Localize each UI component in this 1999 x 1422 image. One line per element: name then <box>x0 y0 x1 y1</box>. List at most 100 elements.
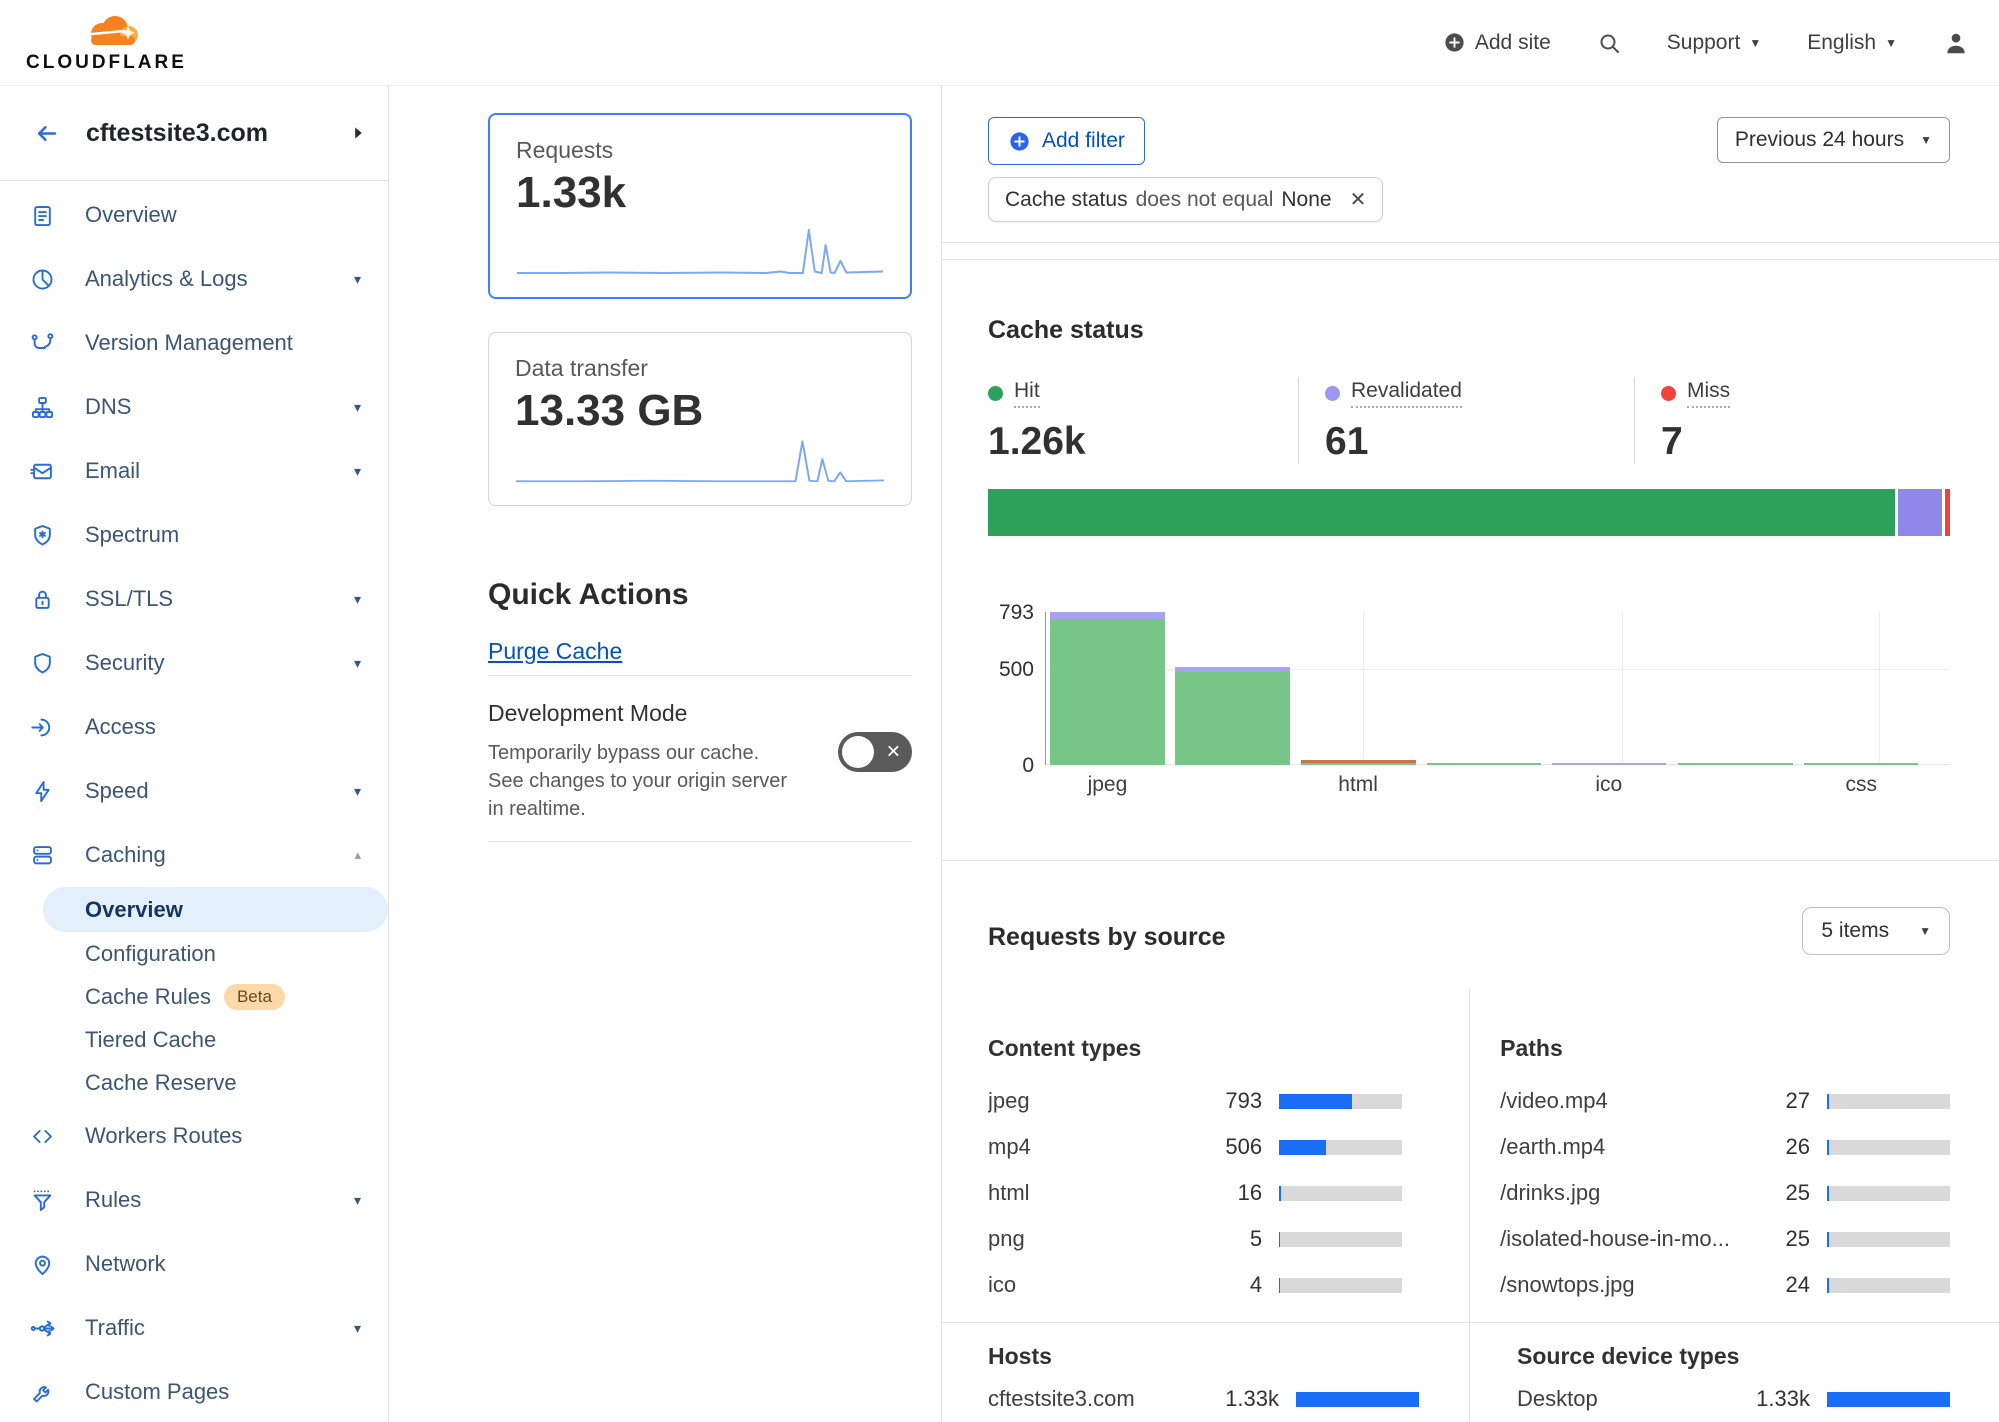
x-axis-tick: html <box>1338 773 1378 797</box>
bar-segment-miss <box>1301 760 1416 763</box>
x-axis-tick: jpeg <box>1088 773 1128 797</box>
chevron-right-icon[interactable] <box>353 126 364 140</box>
sidebar-item-label: Caching <box>85 842 166 868</box>
sidebar-subitem-configuration[interactable]: Configuration <box>0 932 388 975</box>
row-value: 25 <box>1740 1226 1810 1252</box>
divider <box>942 259 1999 260</box>
legend-label[interactable]: Revalidated <box>1351 379 1462 408</box>
chevron-down-icon: ▾ <box>354 399 361 416</box>
add-site-button[interactable]: Add site <box>1443 31 1551 55</box>
sidebar-subitem-label: Cache Rules <box>85 984 211 1010</box>
beta-badge: Beta <box>224 984 285 1010</box>
sidebar-item-ssl-tls[interactable]: SSL/TLS▾ <box>0 567 388 631</box>
items-count-value: 5 items <box>1821 919 1889 943</box>
toggle-knob <box>842 736 874 768</box>
sidebar-item-speed[interactable]: Speed▾ <box>0 759 388 823</box>
lock-icon <box>29 586 56 613</box>
content-types-table: jpeg793mp4506html16png5ico4 <box>988 1086 1402 1300</box>
table-row: /video.mp427 <box>1500 1086 1950 1116</box>
legend-dot-icon <box>1325 386 1340 401</box>
y-axis-tick: 0 <box>988 754 1034 778</box>
table-row: jpeg793 <box>988 1086 1402 1116</box>
stacked-segment-revalidated <box>1898 489 1942 536</box>
sidebar-subitem-overview[interactable]: Overview <box>43 887 388 932</box>
bar-segment-revalidated <box>1552 763 1667 766</box>
legend-value: 1.26k <box>988 420 1298 464</box>
legend-label[interactable]: Hit <box>1014 379 1040 408</box>
sidebar-subitem-tiered-cache[interactable]: Tiered Cache <box>0 1018 388 1061</box>
sidebar-item-overview[interactable]: Overview <box>0 183 388 247</box>
toggle-off-x-icon: ✕ <box>886 742 901 763</box>
sidebar-item-label: DNS <box>85 394 131 420</box>
row-label: html <box>988 1180 1192 1206</box>
search-icon <box>1597 31 1621 55</box>
quick-actions-title: Quick Actions <box>488 578 911 612</box>
sidebar-item-label: Network <box>85 1251 166 1277</box>
sidebar-subitem-cache-reserve[interactable]: Cache Reserve <box>0 1061 388 1104</box>
row-label: mp4 <box>988 1134 1192 1160</box>
purge-cache-link[interactable]: Purge Cache <box>488 638 622 665</box>
sidebar-item-spectrum[interactable]: Spectrum <box>0 503 388 567</box>
requests-metric-card[interactable]: Requests 1.33k <box>488 113 912 299</box>
sidebar-subitem-label: Configuration <box>85 941 216 967</box>
summary-column: Requests 1.33k Data transfer 13.33 GB Qu… <box>389 86 942 1422</box>
row-label: png <box>988 1226 1192 1252</box>
sidebar-item-access[interactable]: Access <box>0 695 388 759</box>
back-arrow-icon[interactable] <box>33 120 60 147</box>
row-bar <box>1279 1232 1402 1247</box>
time-range-select[interactable]: Previous 24 hours ▼ <box>1717 117 1950 163</box>
sidebar-item-email[interactable]: Email▾ <box>0 439 388 503</box>
sidebar-item-analytics-logs[interactable]: Analytics & Logs▾ <box>0 247 388 311</box>
table-row: /isolated-house-in-mo...25 <box>1500 1224 1950 1254</box>
search-button[interactable] <box>1597 31 1621 55</box>
table-row: /earth.mp426 <box>1500 1132 1950 1162</box>
sidebar-item-label: Access <box>85 714 156 740</box>
content-types-heading: Content types <box>988 1035 1402 1062</box>
code-icon <box>29 1123 56 1150</box>
support-menu[interactable]: Support ▼ <box>1667 31 1761 55</box>
sidebar-subitem-cache-rules[interactable]: Cache Rules Beta <box>0 975 388 1018</box>
shield-icon <box>29 650 56 677</box>
data-transfer-metric-card[interactable]: Data transfer 13.33 GB <box>488 332 912 506</box>
filter-toolbar: Add filter Previous 24 hours ▼ Cache sta… <box>988 117 1950 222</box>
development-mode-toggle[interactable]: ✕ <box>838 732 912 772</box>
row-value: 793 <box>1192 1088 1262 1114</box>
sidebar-item-version-management[interactable]: Version Management <box>0 311 388 375</box>
chevron-down-icon: ▼ <box>1885 36 1897 50</box>
remove-filter-icon[interactable]: ✕ <box>1350 187 1367 212</box>
add-filter-button[interactable]: Add filter <box>988 117 1145 165</box>
requests-value: 1.33k <box>516 168 884 218</box>
sidebar-item-network[interactable]: Network <box>0 1232 388 1296</box>
person-icon <box>1943 30 1969 56</box>
row-label: /video.mp4 <box>1500 1088 1740 1114</box>
gridline <box>1622 612 1623 765</box>
sidebar-item-traffic[interactable]: Traffic▾ <box>0 1296 388 1360</box>
row-label: /isolated-house-in-mo... <box>1500 1226 1740 1252</box>
sidebar-item-rules[interactable]: Rules▾ <box>0 1168 388 1232</box>
account-menu[interactable] <box>1943 30 1969 56</box>
legend-label[interactable]: Miss <box>1687 379 1730 408</box>
filter-chip[interactable]: Cache status does not equal None ✕ <box>988 177 1383 222</box>
sidebar-item-workers-routes[interactable]: Workers Routes <box>0 1104 388 1168</box>
legend-value: 7 <box>1661 420 1950 464</box>
sidebar-nav: Overview Analytics & Logs▾Version Managem… <box>0 181 388 1422</box>
sidebar-item-caching[interactable]: Caching▴ <box>0 823 388 887</box>
x-axis-tick: css <box>1846 773 1878 797</box>
sidebar-subitem-label: Overview <box>85 897 183 923</box>
bolt-icon <box>29 778 56 805</box>
bar-segment-hit <box>1301 763 1416 766</box>
divider <box>488 675 912 676</box>
sidebar-item-dns[interactable]: DNS ▾ <box>0 375 388 439</box>
row-bar <box>1296 1392 1419 1407</box>
items-count-select[interactable]: 5 items ▼ <box>1802 907 1950 955</box>
language-menu[interactable]: English ▼ <box>1807 31 1897 55</box>
sidebar-item-custom-pages[interactable]: Custom Pages <box>0 1360 388 1422</box>
site-name: cftestsite3.com <box>86 119 268 148</box>
sidebar-item-label: Overview <box>85 202 177 228</box>
legend-item-hit: Hit 1.26k <box>988 377 1298 464</box>
sidebar-item-security[interactable]: Security▾ <box>0 631 388 695</box>
divider <box>1469 988 1470 1422</box>
site-header: cftestsite3.com <box>0 86 388 181</box>
legend-dot-icon <box>1661 386 1676 401</box>
email-icon <box>29 458 56 485</box>
